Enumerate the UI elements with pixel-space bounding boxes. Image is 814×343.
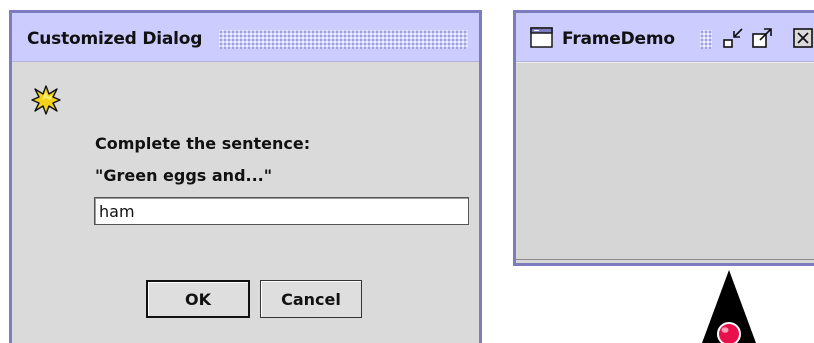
minimize-icon[interactable] <box>721 26 745 50</box>
titlebar-grip <box>700 30 712 49</box>
close-icon[interactable] <box>791 26 814 50</box>
ok-button[interactable]: OK <box>146 280 250 318</box>
answer-input[interactable] <box>94 197 469 225</box>
prompt-text-line-2: "Green eggs and..." <box>95 166 273 185</box>
dialog-title: Customized Dialog <box>27 29 203 49</box>
frame-title: FrameDemo <box>562 29 675 49</box>
customized-dialog: Customized Dialog Complete the sentence:… <box>9 10 482 343</box>
frame-demo-window: FrameDemo <box>513 10 814 266</box>
titlebar-grip <box>219 30 468 49</box>
frame-bottom-edge <box>516 259 814 260</box>
duke-mascot-icon <box>702 270 756 343</box>
maximize-icon[interactable] <box>750 26 774 50</box>
frame-content-pane <box>516 62 814 263</box>
window-icon <box>530 27 553 48</box>
cancel-button[interactable]: Cancel <box>260 280 362 318</box>
dialog-titlebar[interactable]: Customized Dialog <box>12 13 479 62</box>
star-burst-icon <box>31 85 61 115</box>
prompt-text-line-1: Complete the sentence: <box>95 134 311 153</box>
frame-titlebar[interactable]: FrameDemo <box>516 13 814 62</box>
dialog-body: Complete the sentence: "Green eggs and..… <box>12 62 479 343</box>
